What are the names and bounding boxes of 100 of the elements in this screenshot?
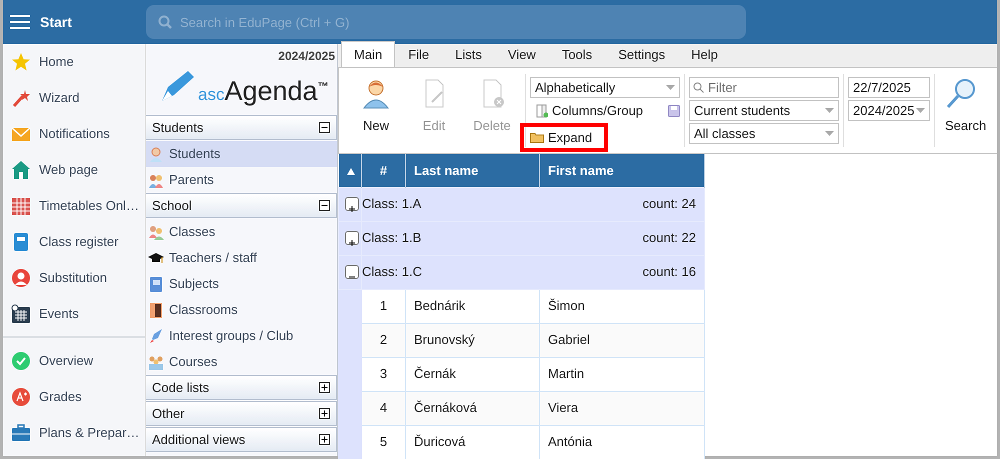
- dropdown[interactable]: Alphabetically: [530, 77, 680, 98]
- columns-group-button[interactable]: Columns/Group: [530, 100, 650, 121]
- book-icon: [148, 276, 164, 292]
- sidebar-item[interactable]: Class register: [3, 224, 145, 260]
- notebook-icon: [11, 232, 31, 252]
- search-icon: [945, 78, 975, 110]
- table-cell: 4: [362, 391, 406, 425]
- dropdown-arrow-icon: [825, 131, 834, 136]
- sidebar-item[interactable]: Overview: [3, 343, 145, 379]
- dropdown-arrow-icon: [825, 108, 834, 113]
- group-count: count: 22: [642, 229, 696, 248]
- column-header[interactable]: Last name: [406, 154, 540, 187]
- dropdown-arrow-icon: [666, 85, 675, 90]
- pencil-logo-icon: [160, 69, 196, 103]
- search-button[interactable]: Search: [939, 68, 997, 153]
- star-icon: [11, 52, 31, 72]
- column-header[interactable]: First name: [540, 154, 704, 187]
- table-cell: Gabriel: [540, 323, 704, 357]
- section-header[interactable]: Additional views: [146, 427, 337, 452]
- group-label: Class: 1.C: [362, 263, 422, 282]
- table-cell: Bednárik: [406, 289, 540, 323]
- sidebar-item[interactable]: Web page: [3, 152, 145, 188]
- nav-item[interactable]: Teachers / staff: [146, 245, 337, 271]
- sidebar-item[interactable]: Substitution: [3, 260, 145, 296]
- table-cell: Brunovský: [406, 323, 540, 357]
- group-icon: [148, 354, 164, 370]
- toolbar-button[interactable]: New: [347, 68, 405, 153]
- menu-button[interactable]: Start: [3, 10, 146, 34]
- calendar-icon: [11, 304, 31, 324]
- people-icon: [148, 224, 164, 240]
- table-cell: Viera: [540, 391, 704, 425]
- column-header[interactable]: #: [362, 154, 406, 187]
- filter-field[interactable]: Filter: [689, 77, 839, 98]
- section-header[interactable]: School: [146, 193, 337, 218]
- nav-item[interactable]: Courses: [146, 349, 337, 375]
- ribbon-tab[interactable]: Main: [341, 40, 396, 67]
- nav-item[interactable]: Classes: [146, 219, 337, 245]
- sidebar-item[interactable]: Timetables Onl…: [3, 188, 145, 224]
- sidebar-item[interactable]: Home: [3, 44, 145, 80]
- person-icon: [148, 146, 164, 162]
- section-header[interactable]: Other: [146, 401, 337, 426]
- search-icon: [693, 82, 704, 93]
- grade-icon: [11, 387, 31, 407]
- house-icon: [11, 160, 31, 180]
- expand-toggle[interactable]: [345, 231, 359, 245]
- ribbon-tab[interactable]: Tools: [548, 40, 606, 67]
- sort-header[interactable]: [338, 154, 362, 187]
- save-icon: [668, 104, 680, 116]
- table-cell: Ďuricová: [406, 425, 540, 459]
- dropdown[interactable]: All classes: [689, 123, 839, 144]
- folder-icon: [530, 132, 544, 143]
- table-cell: 2: [362, 323, 406, 357]
- person-icon: [362, 78, 390, 110]
- nav-item[interactable]: Classrooms: [146, 297, 337, 323]
- group-label: Class: 1.B: [362, 229, 422, 248]
- table-cell: Antónia: [540, 425, 704, 459]
- sidebar-item[interactable]: Plans & Prepar…: [3, 415, 145, 451]
- section-header[interactable]: Students: [146, 115, 337, 140]
- table-cell: 3: [362, 357, 406, 391]
- menu-icon: [10, 14, 30, 30]
- ribbon-tab[interactable]: View: [494, 40, 549, 67]
- group-label: Class: 1.A: [362, 195, 422, 214]
- table-cell: Černák: [406, 357, 540, 391]
- nav-item[interactable]: Subjects: [146, 271, 337, 297]
- group-count: count: 16: [642, 263, 696, 282]
- ribbon-tab[interactable]: Settings: [605, 40, 678, 67]
- sidebar-item[interactable]: Grades: [3, 379, 145, 415]
- sort-up-icon: [346, 168, 354, 175]
- expand-toggle[interactable]: [345, 197, 359, 211]
- year-label: 2024/2025: [278, 48, 336, 65]
- calendar-grid-icon: [11, 196, 31, 216]
- nav-item[interactable]: Parents: [146, 167, 337, 193]
- group-count: count: 24: [642, 195, 696, 214]
- sidebar-item[interactable]: Notifications: [3, 116, 145, 152]
- ribbon-tab[interactable]: File: [395, 40, 442, 67]
- expand-button[interactable]: Expand: [520, 123, 608, 152]
- rocket-icon: [148, 328, 164, 344]
- wand-icon: [11, 88, 31, 108]
- date-field[interactable]: 22/7/2025: [848, 77, 930, 98]
- search-field[interactable]: Search in EduPage (Ctrl + G): [146, 5, 746, 39]
- door-icon: [148, 302, 164, 318]
- columns-icon: [536, 104, 548, 118]
- collapse-toggle[interactable]: [345, 265, 359, 279]
- dropdown-arrow-icon: [916, 108, 925, 113]
- briefcase-icon: [11, 423, 31, 443]
- table-cell: 1: [362, 289, 406, 323]
- nav-item[interactable]: Students: [146, 141, 337, 167]
- table-cell: Černáková: [406, 391, 540, 425]
- nav-item[interactable]: Interest groups / Club: [146, 323, 337, 349]
- ribbon-tab[interactable]: Help: [678, 40, 731, 67]
- table-cell: Šimon: [540, 289, 704, 323]
- ribbon-tab[interactable]: Lists: [442, 40, 495, 67]
- dropdown[interactable]: 2024/2025: [848, 100, 930, 121]
- check-circle-icon: [11, 351, 31, 371]
- sidebar-item[interactable]: Wizard: [3, 80, 145, 116]
- table-cell: 5: [362, 425, 406, 459]
- sidebar-item[interactable]: Events: [3, 296, 145, 332]
- section-header[interactable]: Code lists: [146, 375, 337, 400]
- table-cell: Martin: [540, 357, 704, 391]
- dropdown[interactable]: Current students: [689, 100, 839, 121]
